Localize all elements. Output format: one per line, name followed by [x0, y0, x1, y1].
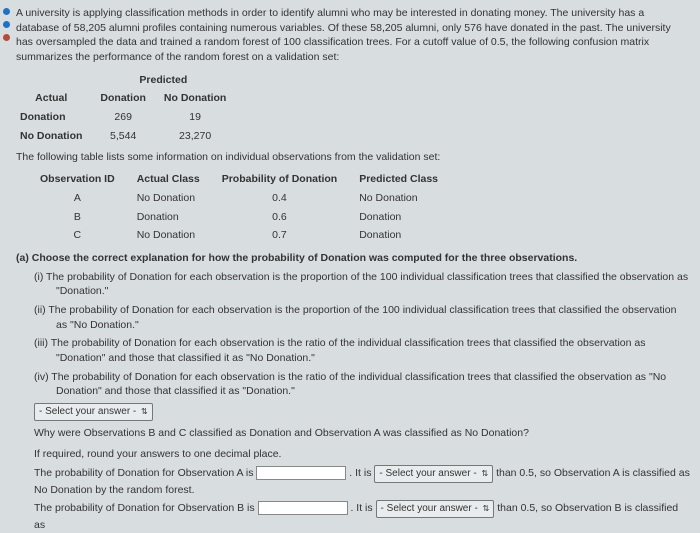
obs-id: C — [36, 226, 133, 245]
cell-21: 5,544 — [96, 127, 160, 146]
input-prob-b[interactable] — [258, 501, 348, 515]
obs-row: B Donation 0.6 Donation — [36, 208, 456, 227]
obs-h4: Predicted Class — [355, 170, 456, 189]
input-prob-a[interactable] — [256, 466, 346, 480]
chevron-updown-icon: ⇅ — [141, 407, 148, 416]
col-donation: Donation — [96, 89, 160, 108]
marker-dot — [3, 34, 10, 41]
observation-table: Observation ID Actual Class Probability … — [36, 170, 456, 245]
obs-prob: 0.6 — [218, 208, 356, 227]
obs-actual: Donation — [133, 208, 218, 227]
text-a-pre: The probability of Donation for Observat… — [34, 467, 256, 479]
obs-pred: Donation — [355, 226, 456, 245]
obs-pred: No Donation — [355, 189, 456, 208]
choice-i: (i) The probability of Donation for each… — [34, 270, 690, 299]
choice-iii: (iii) The probability of Donation for ea… — [34, 336, 690, 365]
actual-header: Actual — [16, 89, 96, 108]
obs-pred: Donation — [355, 208, 456, 227]
row-donation: Donation — [16, 108, 96, 127]
obs-actual: No Donation — [133, 226, 218, 245]
text-b-pre: The probability of Donation for Observat… — [34, 502, 258, 514]
line-obs-b: The probability of Donation for Observat… — [34, 500, 690, 533]
select-compare-b[interactable]: - Select your answer - ⇅ — [376, 500, 495, 518]
marker-dot — [3, 8, 10, 15]
obs-row: C No Donation 0.7 Donation — [36, 226, 456, 245]
choice-iv: (iv) The probability of Donation for eac… — [34, 370, 690, 399]
obs-h3: Probability of Donation — [218, 170, 356, 189]
rounding-note: If required, round your answers to one d… — [34, 447, 690, 462]
predicted-header: Predicted — [96, 71, 240, 90]
cell-11: 269 — [96, 108, 160, 127]
select-answer-dropdown[interactable]: - Select your answer - ⇅ — [34, 403, 153, 421]
select-compare-a[interactable]: - Select your answer - ⇅ — [374, 465, 493, 483]
line-obs-a: The probability of Donation for Observat… — [34, 465, 690, 498]
obs-h1: Observation ID — [36, 170, 133, 189]
obs-intro: The following table lists some informati… — [16, 150, 690, 165]
row-no-donation: No Donation — [16, 127, 96, 146]
cell-22: 23,270 — [160, 127, 240, 146]
cell-12: 19 — [160, 108, 240, 127]
text-b-mid: . It is — [350, 502, 375, 514]
chevron-updown-icon: ⇅ — [481, 469, 488, 478]
chevron-updown-icon: ⇅ — [483, 504, 490, 513]
obs-h2: Actual Class — [133, 170, 218, 189]
confusion-matrix: Predicted Actual Donation No Donation Do… — [16, 71, 240, 146]
choice-list: (i) The probability of Donation for each… — [34, 270, 690, 400]
obs-id: B — [36, 208, 133, 227]
choice-ii: (ii) The probability of Donation for eac… — [34, 303, 690, 332]
why-question: Why were Observations B and C classified… — [34, 426, 690, 441]
col-no-donation: No Donation — [160, 89, 240, 108]
marker-dot — [3, 21, 10, 28]
obs-row: A No Donation 0.4 No Donation — [36, 189, 456, 208]
select-label: - Select your answer - — [379, 468, 476, 479]
obs-actual: No Donation — [133, 189, 218, 208]
select-label: - Select your answer - — [381, 503, 478, 514]
obs-prob: 0.7 — [218, 226, 356, 245]
text-a-mid: . It is — [349, 467, 374, 479]
intro-text: A university is applying classification … — [16, 6, 690, 65]
select-label: - Select your answer - — [39, 406, 136, 417]
obs-id: A — [36, 189, 133, 208]
question-a: (a) Choose the correct explanation for h… — [16, 251, 690, 266]
obs-prob: 0.4 — [218, 189, 356, 208]
